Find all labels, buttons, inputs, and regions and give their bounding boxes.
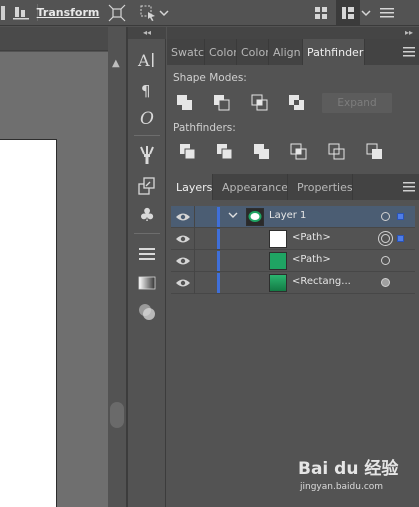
rectangle-name[interactable]: <Rectang...	[292, 276, 351, 287]
baidu-watermark: Bai du 经验 jingyan.baidu.com	[298, 452, 416, 502]
tab-properties[interactable]: Properties	[288, 174, 353, 200]
stroke-icon[interactable]	[135, 243, 159, 265]
layer-thumbnail	[246, 208, 264, 226]
watermark-brand: Bai du 经验	[298, 459, 399, 479]
lock-toggle[interactable]	[194, 206, 195, 228]
tab-align[interactable]: Align	[269, 39, 303, 65]
layer-color-bar	[217, 273, 220, 293]
exclude-icon[interactable]	[288, 94, 306, 112]
svg-text:A: A	[137, 51, 150, 70]
strip-divider	[134, 233, 160, 234]
minus-back-icon[interactable]	[366, 143, 384, 161]
isolate-mode-icon[interactable]	[137, 0, 159, 25]
tab-layers[interactable]: Layers	[167, 174, 213, 200]
bar-edge	[0, 0, 6, 25]
shape-modes-label: Shape Modes:	[173, 72, 247, 84]
layer-row[interactable]: <Path>	[171, 228, 415, 250]
eye-icon[interactable]	[175, 255, 191, 267]
expand-button[interactable]: Expand	[322, 93, 392, 113]
divide-icon[interactable]	[179, 143, 197, 161]
pathfinder-panel: Shape Modes: Expand Pathfinders:	[167, 65, 419, 172]
brushes-icon[interactable]	[135, 144, 159, 166]
path-thumbnail	[269, 230, 287, 248]
layer-name[interactable]: Layer 1	[269, 210, 306, 221]
path-name[interactable]: <Path>	[292, 254, 331, 265]
character-icon[interactable]: A	[135, 49, 159, 71]
chevron-down-icon[interactable]	[228, 211, 238, 222]
symbols-icon[interactable]	[135, 175, 159, 197]
svg-text:O: O	[140, 109, 154, 128]
control-bar: Transform	[0, 0, 419, 26]
target-appearance-icon[interactable]	[381, 278, 390, 287]
eye-icon[interactable]	[175, 233, 191, 245]
menu-lines-icon[interactable]	[378, 0, 396, 25]
paragraph-icon[interactable]: ¶	[135, 79, 159, 101]
layer-row[interactable]: Layer 1	[171, 206, 415, 228]
layer-row[interactable]: <Path>	[171, 250, 415, 272]
pathfinders-label: Pathfinders:	[173, 122, 236, 134]
grid-arrange-icon[interactable]	[312, 0, 330, 25]
layer-color-bar	[217, 207, 220, 227]
target-icon[interactable]	[381, 212, 390, 221]
tab-swatches[interactable]: Swatc	[167, 39, 205, 65]
vertical-scrollbar[interactable]: ▲	[108, 52, 126, 507]
panel-menu-icon[interactable]	[399, 174, 419, 200]
tab-color-guide[interactable]: Color	[237, 39, 269, 65]
tab-color[interactable]: Color	[205, 39, 237, 65]
workspace-switcher-icon[interactable]	[336, 0, 360, 25]
tab-pathfinder[interactable]: Pathfinder	[303, 39, 365, 65]
selection-indicator[interactable]	[397, 213, 404, 220]
lock-toggle[interactable]	[194, 228, 195, 250]
scroll-up-icon[interactable]: ▲	[112, 58, 120, 69]
club-symbol-icon[interactable]: ♣	[135, 203, 159, 225]
gradient-icon[interactable]	[135, 272, 159, 294]
tab-appearance[interactable]: Appearance	[213, 174, 288, 200]
chevron-down-icon[interactable]	[360, 0, 372, 25]
crop-icon[interactable]	[290, 143, 308, 161]
transparency-icon[interactable]	[135, 301, 159, 323]
panel-menu-icon[interactable]	[399, 39, 419, 65]
eye-icon[interactable]	[175, 277, 191, 289]
rectangle-thumbnail	[269, 274, 287, 292]
target-icon[interactable]	[381, 256, 390, 265]
svg-text:♣: ♣	[139, 205, 155, 223]
chevron-down-icon[interactable]	[158, 0, 170, 25]
svg-text:¶: ¶	[141, 82, 151, 99]
align-bottom-icon[interactable]	[10, 0, 32, 25]
transform-each-icon[interactable]	[106, 0, 128, 25]
pathfinder-tab-bar: Swatc Color Color Align Pathfinder	[167, 39, 419, 65]
eye-icon[interactable]	[175, 211, 191, 223]
minus-front-icon[interactable]	[213, 94, 231, 112]
artboard[interactable]	[0, 139, 57, 507]
layer-row[interactable]: <Rectang...	[171, 272, 415, 294]
document-tab-row	[0, 27, 108, 51]
target-selected-icon[interactable]	[381, 234, 390, 243]
intersect-icon[interactable]	[251, 94, 269, 112]
merge-icon[interactable]	[253, 143, 271, 161]
opentype-icon[interactable]: O	[135, 107, 159, 129]
unite-icon[interactable]	[176, 94, 194, 112]
transform-label: Transform	[36, 6, 100, 19]
strip-divider	[134, 135, 160, 136]
scrollbar-thumb[interactable]	[110, 402, 124, 428]
path-thumbnail	[269, 252, 287, 270]
trim-icon[interactable]	[216, 143, 234, 161]
layer-color-bar	[217, 251, 220, 271]
selection-indicator[interactable]	[397, 235, 404, 242]
transform-link[interactable]: Transform	[37, 0, 100, 25]
layer-color-bar	[217, 229, 220, 249]
watermark-url: jingyan.baidu.com	[300, 482, 384, 492]
panel-icon-strip: ◂◂ A ¶ O ♣	[128, 27, 166, 507]
lock-toggle[interactable]	[194, 250, 195, 272]
outline-icon[interactable]	[328, 143, 346, 161]
path-name[interactable]: <Path>	[292, 232, 331, 243]
layers-tab-bar: Layers Appearance Properties	[167, 174, 419, 200]
collapse-panels-icon[interactable]: ▸▸	[167, 27, 419, 39]
collapse-strip-icon[interactable]: ◂◂	[128, 27, 166, 39]
lock-toggle[interactable]	[194, 272, 195, 294]
